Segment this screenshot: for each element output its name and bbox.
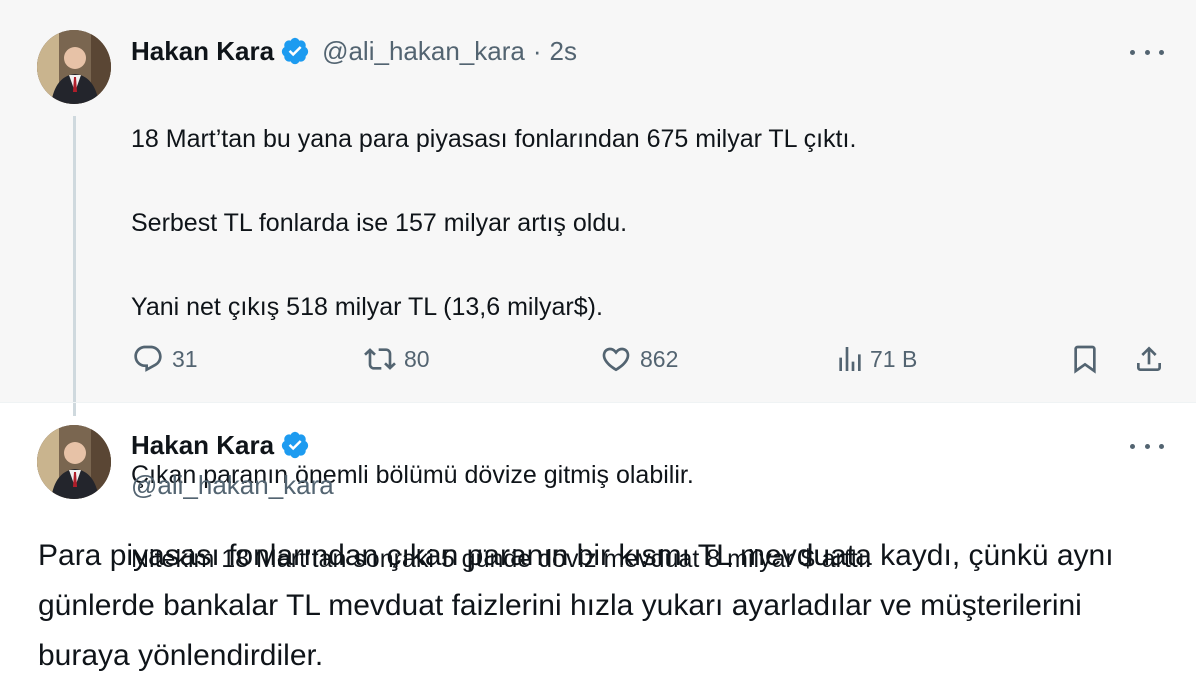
repost-count: 80 bbox=[404, 345, 430, 372]
more-icon[interactable] bbox=[1130, 42, 1164, 62]
heart-icon bbox=[602, 347, 630, 372]
repost-button[interactable]: 80 bbox=[364, 343, 430, 375]
thread-connector-line bbox=[73, 116, 76, 416]
like-button[interactable]: 862 bbox=[600, 343, 678, 375]
repost-icon bbox=[364, 348, 396, 370]
bookmark-button[interactable] bbox=[1069, 343, 1101, 375]
timestamp[interactable]: 2s bbox=[550, 36, 577, 67]
author-handle[interactable]: @ali_hakan_kara bbox=[131, 470, 334, 501]
like-count: 862 bbox=[640, 345, 679, 372]
views-button[interactable]: 71 B bbox=[834, 343, 917, 375]
bookmark-icon bbox=[1074, 345, 1096, 374]
views-icon bbox=[839, 347, 861, 371]
more-icon[interactable] bbox=[1130, 436, 1164, 456]
verified-badge-icon bbox=[281, 431, 309, 459]
avatar-photo bbox=[37, 425, 111, 499]
tweet-actions: 31 80 862 71 B bbox=[0, 339, 1196, 381]
tweet-text-line: Yani net çıkış 518 milyar TL (13,6 milya… bbox=[131, 293, 603, 321]
share-icon bbox=[1137, 346, 1161, 371]
tweet-text-line: Serbest TL fonlarda ise 157 milyar artış… bbox=[131, 209, 628, 237]
author-name[interactable]: Hakan Kara bbox=[131, 430, 274, 461]
separator-dot: · bbox=[532, 35, 542, 66]
avatar[interactable] bbox=[37, 30, 111, 104]
tweet-text-line: 18 Mart’tan bu yana para piyasası fonlar… bbox=[131, 125, 857, 153]
avatar[interactable] bbox=[37, 425, 111, 499]
reply-count: 31 bbox=[172, 345, 198, 372]
share-button[interactable] bbox=[1133, 343, 1165, 375]
avatar-photo bbox=[37, 30, 111, 104]
reply-icon bbox=[134, 345, 162, 372]
divider bbox=[0, 402, 1196, 403]
views-count: 71 B bbox=[870, 345, 918, 372]
tweet-text: Para piyasası fonlarından çıkan paranın … bbox=[38, 539, 1114, 672]
verified-badge-icon bbox=[281, 37, 309, 65]
author-name[interactable]: Hakan Kara bbox=[131, 36, 274, 67]
author-handle[interactable]: @ali_hakan_kara bbox=[322, 36, 525, 67]
reply-button[interactable]: 31 bbox=[132, 343, 198, 375]
parent-tweet[interactable]: Hakan Kara @ali_hakan_kara · 2s 18 Mart’… bbox=[0, 0, 1196, 573]
